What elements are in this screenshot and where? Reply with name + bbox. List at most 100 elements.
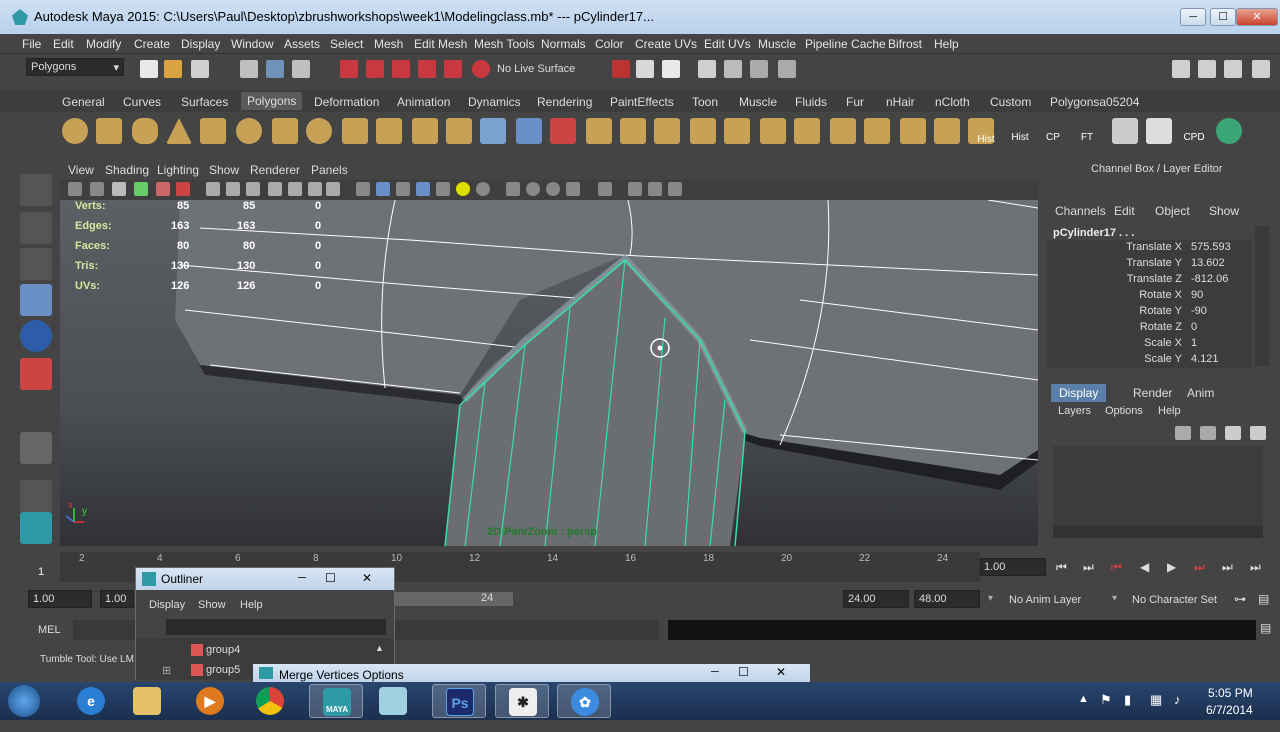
lights-icon[interactable] [456, 182, 470, 196]
tab-polygonsa05204[interactable]: Polygonsa05204 [1050, 95, 1139, 109]
attribute-editor-icon[interactable] [1198, 60, 1216, 78]
preferences-icon[interactable]: ▤ [1258, 592, 1269, 606]
chevron-down-icon[interactable]: ▾ [988, 593, 993, 604]
new-scene-icon[interactable] [140, 60, 158, 78]
layer-menu-help[interactable]: Help [1158, 405, 1181, 417]
2d-pan-zoom-icon[interactable] [156, 182, 170, 196]
poly-cone-icon[interactable] [166, 118, 192, 144]
channel-menu-channels[interactable]: Channels [1055, 204, 1106, 218]
isolate-select-icon[interactable] [598, 182, 612, 196]
tab-rendering[interactable]: Rendering [537, 95, 592, 109]
start-button[interactable] [8, 685, 40, 717]
wireframe-icon[interactable] [356, 182, 370, 196]
camera-attributes-icon[interactable] [90, 182, 104, 196]
smooth-shade-icon[interactable] [376, 182, 390, 196]
go-to-end-icon[interactable]: ⏭ [1250, 560, 1261, 575]
hist-button-1[interactable]: Hist [972, 116, 1000, 145]
field-chart-icon[interactable] [288, 182, 302, 196]
make-live-icon[interactable] [444, 60, 462, 78]
split-polygon-icon[interactable] [830, 118, 856, 144]
close-icon[interactable]: ✕ [776, 665, 786, 679]
construction-history-icon[interactable] [636, 60, 654, 78]
tab-painteffects[interactable]: PaintEffects [610, 95, 674, 109]
close-button[interactable]: ✕ [1236, 8, 1278, 26]
new-layer-icon[interactable] [1175, 426, 1191, 440]
outliner-menu-help[interactable]: Help [240, 599, 263, 611]
insert-edge-loop-icon[interactable] [864, 118, 890, 144]
layer-tab-display[interactable]: Display [1051, 384, 1107, 402]
share-icon[interactable] [668, 182, 682, 196]
camera-icon[interactable] [68, 182, 82, 196]
taskbar-media-player[interactable]: ▶ [183, 684, 237, 718]
channel-menu-edit[interactable]: Edit [1114, 204, 1135, 218]
step-back-key-icon[interactable]: ⏮ [1111, 560, 1122, 575]
attr-value[interactable]: 575.593 [1191, 241, 1231, 253]
minimize-icon[interactable]: ─ [298, 572, 306, 584]
attr-row[interactable]: Rotate Z 0 [1047, 321, 1252, 337]
bevel-icon[interactable] [794, 118, 820, 144]
attr-row[interactable]: Scale Y 4.121 [1047, 353, 1252, 369]
maximize-icon[interactable]: ☐ [325, 571, 336, 585]
tab-custom[interactable]: Custom [990, 95, 1031, 109]
tab-nhair[interactable]: nHair [886, 95, 915, 109]
attr-row[interactable]: Translate X 575.593 [1047, 241, 1252, 257]
tab-fur[interactable]: Fur [846, 95, 864, 109]
ambient-occlusion-icon[interactable] [506, 182, 520, 196]
clock-date[interactable]: 6/7/2014 [1206, 703, 1253, 717]
move-layer-down-icon[interactable] [1250, 426, 1266, 440]
step-back-icon[interactable]: ⏭ [1083, 560, 1094, 575]
attr-value[interactable]: 13.602 [1191, 257, 1225, 269]
snap-grid-icon[interactable] [340, 60, 358, 78]
delete-history-icon[interactable] [1216, 118, 1242, 144]
bookmarks-icon[interactable] [112, 182, 126, 196]
channel-box-icon[interactable] [1252, 60, 1270, 78]
poly-cube-icon[interactable] [96, 118, 122, 144]
select-hierarchy-icon[interactable] [240, 60, 258, 78]
separate-icon[interactable] [376, 118, 402, 144]
anim-layer-label[interactable]: No Anim Layer [1009, 594, 1081, 606]
safe-title-icon[interactable] [326, 182, 340, 196]
gate-mask-icon[interactable] [268, 182, 282, 196]
menu-create[interactable]: Create [134, 37, 170, 51]
render-frame-icon[interactable] [698, 60, 716, 78]
attr-value[interactable]: 0 [1191, 321, 1197, 333]
render-settings-icon[interactable] [750, 60, 768, 78]
grid-icon[interactable] [206, 182, 220, 196]
outliner-menu-show[interactable]: Show [198, 599, 226, 611]
layer-menu-options[interactable]: Options [1105, 405, 1143, 417]
menu-mesh[interactable]: Mesh [374, 37, 403, 51]
step-forward-icon[interactable]: ⏭ [1222, 560, 1233, 575]
attr-value[interactable]: -812.06 [1191, 273, 1228, 285]
select-object-icon[interactable] [266, 60, 284, 78]
mirror-icon[interactable] [516, 118, 542, 144]
attr-value[interactable]: 90 [1191, 289, 1203, 301]
move-tool-icon[interactable] [20, 284, 52, 316]
poly-soccer-ball-icon[interactable] [306, 118, 332, 144]
last-tool-icon[interactable] [20, 432, 52, 464]
resolution-gate-icon[interactable] [246, 182, 260, 196]
hypershade-icon[interactable] [778, 60, 796, 78]
quadrangulate-icon[interactable] [654, 118, 680, 144]
depth-of-field-icon[interactable] [566, 182, 580, 196]
tool-settings-icon[interactable] [1224, 60, 1242, 78]
tray-network-icon[interactable]: ▦ [1150, 692, 1162, 708]
taskbar-zbrush[interactable]: ✱ [495, 684, 549, 718]
snap-point-icon[interactable] [392, 60, 410, 78]
snap-view-plane-icon[interactable] [418, 60, 436, 78]
layer-menu-layers[interactable]: Layers [1058, 405, 1091, 417]
taskbar-chrome[interactable] [243, 684, 297, 718]
history-icon[interactable] [662, 60, 680, 78]
tab-polygons[interactable]: Polygons [241, 92, 303, 110]
wireframe-on-shaded-icon[interactable] [396, 182, 410, 196]
reduce-icon[interactable] [550, 118, 576, 144]
menu-create-uvs[interactable]: Create UVs [635, 37, 697, 51]
layout-icon[interactable] [20, 480, 52, 512]
tray-power-icon[interactable]: ▮ [1124, 692, 1131, 708]
cpd-button[interactable]: CPD [1180, 118, 1208, 144]
viewport-menu-renderer[interactable]: Renderer [250, 163, 300, 177]
cp-button[interactable]: CP [1040, 118, 1066, 144]
ipr-render-icon[interactable] [724, 60, 742, 78]
scroll-up-icon[interactable]: ▲ [375, 643, 384, 653]
tab-curves[interactable]: Curves [123, 95, 161, 109]
tab-surfaces[interactable]: Surfaces [181, 95, 228, 109]
